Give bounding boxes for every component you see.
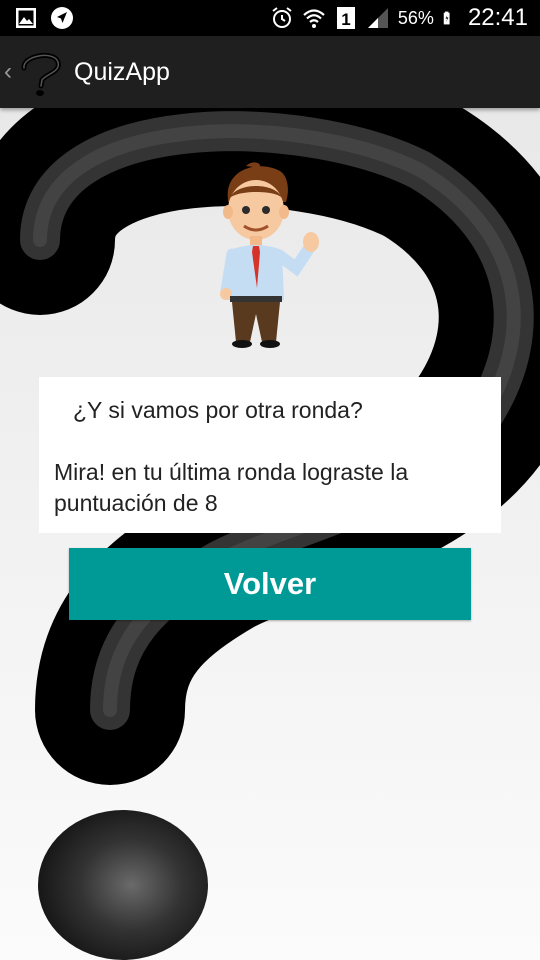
question-mark-dot [38,810,208,960]
card-message: Mira! en tu última ronda lograste la pun… [54,459,409,516]
battery-icon [443,11,450,25]
gallery-icon [16,8,36,28]
card-question: ¿Y si vamos por otra ronda? [73,397,363,423]
score-card: ¿Y si vamos por otra ronda? Mira! en tu … [39,377,501,533]
status-bar-right: 1 56% 22:41 [270,4,528,32]
signal-icon [367,8,388,28]
question-mark-icon[interactable] [16,48,66,98]
status-bar: 1 56% 22:41 [0,0,540,36]
sim-1-icon: 1 [336,7,355,29]
volver-button[interactable]: Volver [69,548,471,620]
status-bar-left [14,6,74,30]
screen: 1 56% 22:41 ‹ QuizApp ¿Y si vamos por ot… [0,0,540,960]
svg-text:1: 1 [341,10,350,29]
character-illustration [220,162,319,348]
action-bar[interactable]: ‹ QuizApp [0,36,540,108]
wifi-icon [303,9,325,28]
chevron-left-icon[interactable]: ‹ [4,58,12,86]
app-title: QuizApp [74,58,170,86]
clock: 22:41 [467,4,528,31]
battery-percent: 56% [397,7,434,28]
navigation-icon [51,7,73,29]
alarm-icon [272,7,292,28]
